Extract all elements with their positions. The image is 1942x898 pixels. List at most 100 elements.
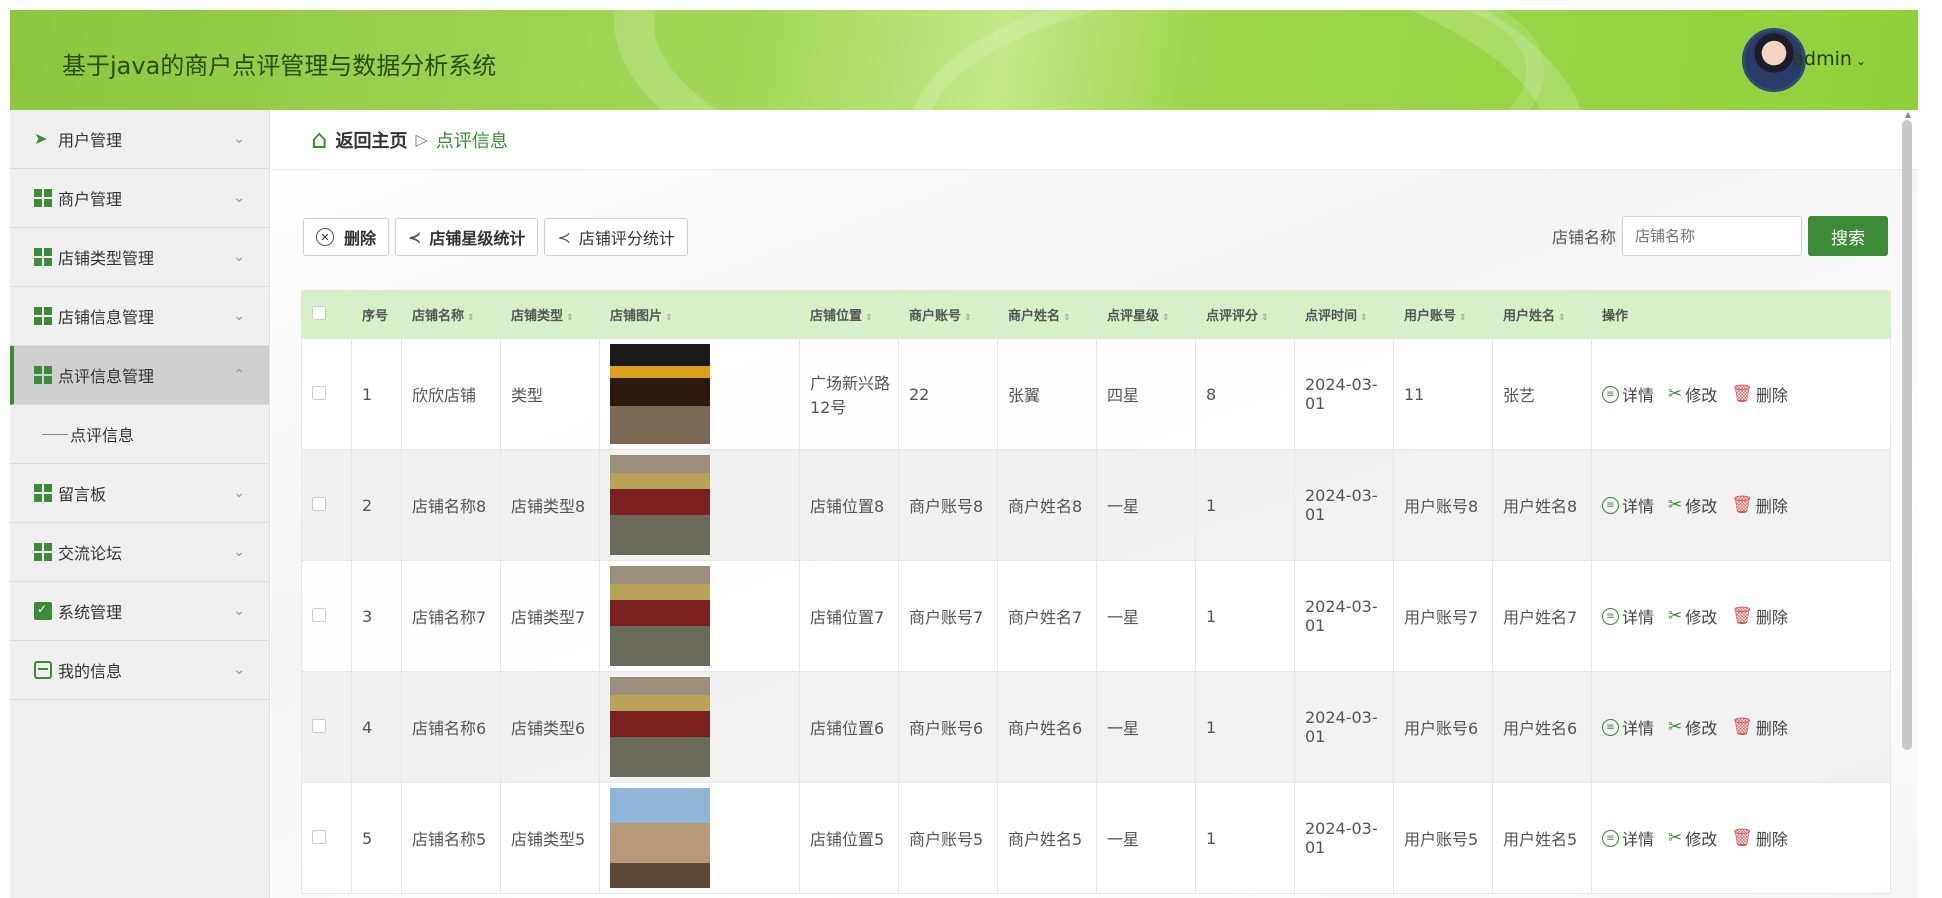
row-checkbox[interactable] [312,607,326,622]
sidebar-item-system-management[interactable]: 系统管理 ⌄ [10,582,269,641]
delete-row-button[interactable]: 🗑 删除 [1731,382,1788,406]
home-icon[interactable]: ⌂ [311,125,328,155]
column-header[interactable]: 用户姓名 ⇕ [1492,290,1592,339]
edit-button[interactable]: ✂ 修改 [1668,715,1717,739]
column-header[interactable]: 店铺名称 ⇕ [401,290,501,339]
main-content: ⌂ 返回主页 ▷ 点评信息 ✕ 删除 ≺ 店铺星级统计 ≺ 店铺评分统计 店铺名… [271,110,1918,898]
row-checkbox[interactable] [312,496,326,511]
search-button[interactable]: 搜索 [1808,216,1888,256]
cell-user-name: 用户姓名7 [1492,560,1592,672]
edit-button[interactable]: ✂ 修改 [1668,382,1717,406]
cell-shop-name: 店铺名称7 [401,560,501,672]
column-header[interactable]: 点评评分 ⇕ [1195,290,1295,339]
cell-shop-name: 店铺名称5 [401,782,501,894]
sidebar-item-merchant-management[interactable]: 商户管理 ⌄ [10,169,269,228]
delete-row-button[interactable]: 🗑 删除 [1731,715,1788,739]
shop-photo[interactable] [610,455,710,555]
delete-row-button[interactable]: 🗑 删除 [1731,604,1788,628]
cell-actions: ≡ 详情 ✂ 修改 🗑 删除 [1591,338,1891,450]
trash-icon: 🗑 [1731,384,1753,404]
user-menu[interactable]: admin ⌄ [1792,48,1866,70]
row-checkbox[interactable] [312,829,326,844]
sidebar-subitem-review-info[interactable]: 点评信息 [10,405,269,464]
row-checkbox-cell[interactable] [301,449,352,561]
trash-icon: 🗑 [1731,495,1753,515]
paper-plane-icon: ➤ [34,129,48,148]
column-header[interactable]: 商户姓名 ⇕ [997,290,1097,339]
shop-photo[interactable] [610,788,710,888]
chevron-up-icon: ⌃ [233,367,245,383]
chevron-down-icon: ⌄ [233,308,245,324]
search-input[interactable] [1622,216,1802,256]
table-row: 1 欣欣店铺 类型 广场新兴路12号 22 张翼 四星 8 2024-03-01… [301,338,1891,450]
delete-button[interactable]: ✕ 删除 [303,218,390,256]
delete-row-button[interactable]: 🗑 删除 [1731,493,1788,517]
sidebar-item-review-management[interactable]: 点评信息管理 ⌃ [10,346,269,405]
score-stats-label: 店铺评分统计 [578,229,675,248]
scroll-up-icon[interactable]: ▲ [1905,110,1911,119]
detail-button[interactable]: ≡ 详情 [1602,382,1654,406]
card-icon [34,661,52,679]
chevron-down-icon: ⌄ [233,485,245,501]
edit-button[interactable]: ✂ 修改 [1668,604,1717,628]
score-stats-button[interactable]: ≺ 店铺评分统计 [544,218,688,256]
detail-button[interactable]: ≡ 详情 [1602,493,1654,517]
column-header[interactable]: 用户账号 ⇕ [1393,290,1493,339]
cell-location: 店铺位置5 [799,782,899,894]
sidebar-item-forum[interactable]: 交流论坛 ⌄ [10,523,269,582]
cell-time: 2024-03-01 [1294,560,1394,672]
detail-icon: ≡ [1602,607,1619,625]
cell-merchant-name: 商户姓名7 [997,560,1097,672]
row-checkbox-cell[interactable] [301,782,352,894]
column-header[interactable]: 点评星级 ⇕ [1096,290,1196,339]
sidebar-item-shop-info-management[interactable]: 店铺信息管理 ⌄ [10,287,269,346]
trash-icon: 🗑 [1731,717,1753,737]
select-all-checkbox[interactable] [312,305,326,320]
row-checkbox-cell[interactable] [301,671,352,783]
column-header[interactable]: 店铺位置 ⇕ [799,290,899,339]
column-header[interactable]: 店铺图片 ⇕ [599,290,800,339]
shop-photo[interactable] [610,344,710,444]
row-checkbox[interactable] [312,718,326,733]
edit-button[interactable]: ✂ 修改 [1668,826,1717,850]
cell-shop-image [599,338,800,450]
edit-button[interactable]: ✂ 修改 [1668,493,1717,517]
column-header[interactable]: 点评时间 ⇕ [1294,290,1394,339]
detail-button[interactable]: ≡ 详情 [1602,604,1654,628]
sidebar-item-message-board[interactable]: 留言板 ⌄ [10,464,269,523]
column-header[interactable]: 商户账号 ⇕ [898,290,998,339]
row-checkbox-cell[interactable] [301,338,352,450]
column-header[interactable]: 店铺类型 ⇕ [500,290,600,339]
shop-photo[interactable] [610,566,710,666]
sort-icon: ⇕ [566,313,574,323]
grid-icon [34,307,52,325]
sidebar-item-label: 交流论坛 [58,544,123,563]
chevron-down-icon: ⌄ [233,544,245,560]
table-row: 5 店铺名称5 店铺类型5 店铺位置5 商户账号5 商户姓名5 一星 1 202… [301,782,1891,894]
app-title: 基于java的商户点评管理与数据分析系统 [62,52,497,80]
sidebar-item-shop-type-management[interactable]: 店铺类型管理 ⌄ [10,228,269,287]
close-circle-icon: ✕ [316,228,334,246]
sidebar-item-my-info[interactable]: 我的信息 ⌄ [10,641,269,700]
detail-icon: ≡ [1602,829,1619,847]
cell-user-account: 用户账号7 [1393,560,1493,672]
detail-button[interactable]: ≡ 详情 [1602,715,1654,739]
shop-photo[interactable] [610,677,710,777]
column-header: 序号 [351,290,402,339]
breadcrumb-home[interactable]: 返回主页 [336,127,408,153]
star-stats-button[interactable]: ≺ 店铺星级统计 [395,218,539,256]
sidebar-item-user-management[interactable]: ➤ 用户管理 ⌄ [10,110,269,169]
table-row: 2 店铺名称8 店铺类型8 店铺位置8 商户账号8 商户姓名8 一星 1 202… [301,449,1891,561]
cell-shop-name: 店铺名称6 [401,671,501,783]
detail-button[interactable]: ≡ 详情 [1602,826,1654,850]
row-checkbox-cell[interactable] [301,560,352,672]
trash-icon: 🗑 [1731,828,1753,848]
vertical-scrollbar[interactable] [1902,120,1912,750]
chevron-down-icon: ⌄ [233,249,245,265]
delete-row-button[interactable]: 🗑 删除 [1731,826,1788,850]
row-checkbox[interactable] [312,385,326,400]
cell-stars: 一星 [1096,671,1196,783]
cell-time: 2024-03-01 [1294,782,1394,894]
chevron-down-icon: ⌄ [233,131,245,147]
select-all-checkbox-cell[interactable] [301,290,352,339]
